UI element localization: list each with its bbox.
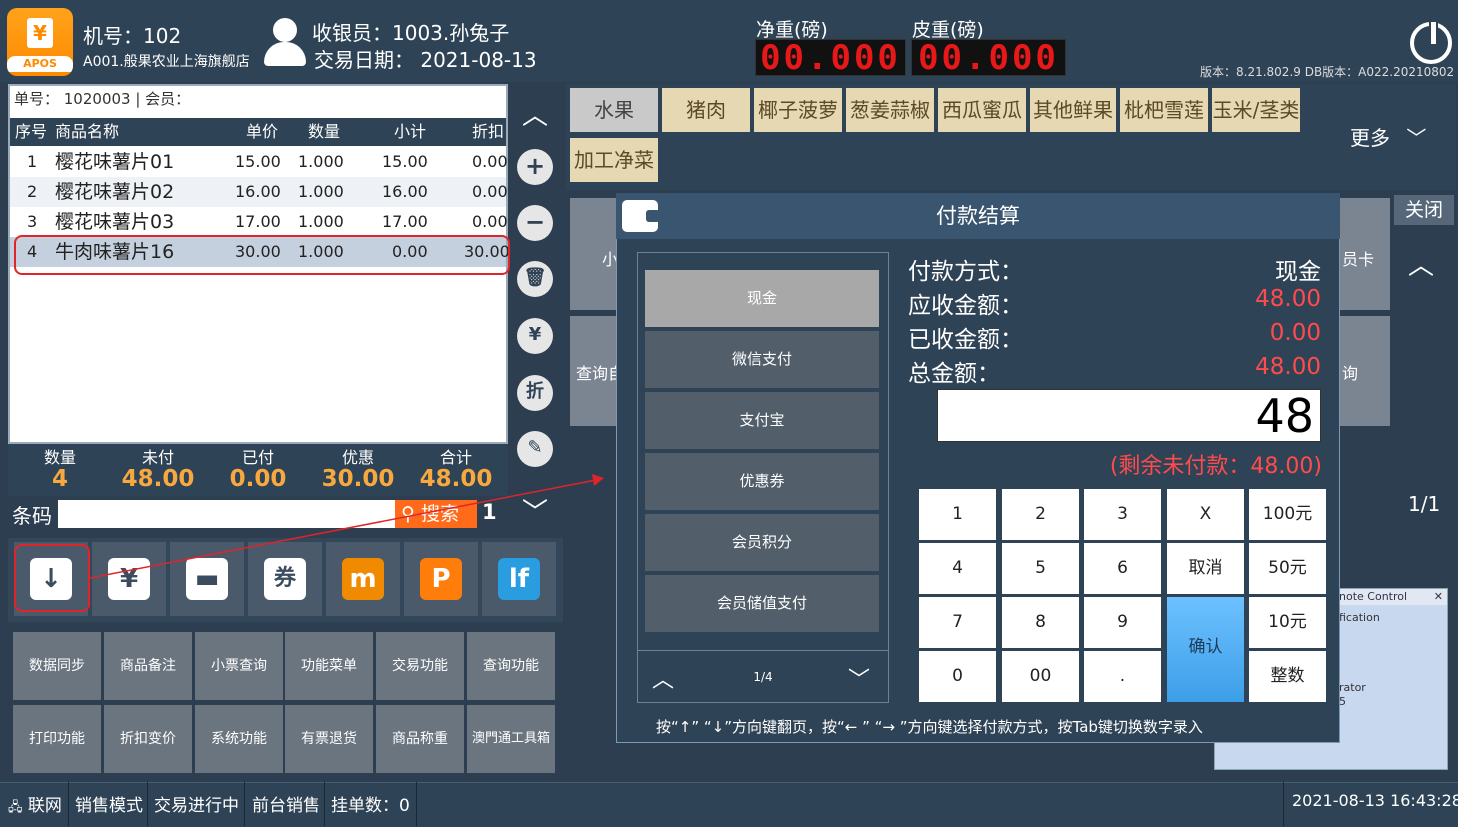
status-divider <box>147 782 148 826</box>
status-divider <box>324 782 325 826</box>
status-datetime: 2021-08-13 16:43:28 <box>1292 791 1458 810</box>
trade-status: 交易进行中 <box>154 796 239 816</box>
hold-count: 挂单数：0 <box>331 796 410 816</box>
annotation-arrow <box>89 474 604 579</box>
sales-mode: 销售模式 <box>75 796 143 816</box>
network-status: 🖧 联网 <box>8 796 62 816</box>
network-icon: 🖧 <box>8 800 23 815</box>
pos-window: ¥ APOS 机号：102 A001.般果农业上海旗舰店 收银员：1003.孙兔… <box>0 0 1458 827</box>
front-sales: 前台销售 <box>252 796 320 816</box>
status-divider <box>416 782 417 826</box>
status-divider <box>244 782 245 826</box>
status-divider <box>68 782 69 826</box>
status-divider <box>1283 782 1284 826</box>
